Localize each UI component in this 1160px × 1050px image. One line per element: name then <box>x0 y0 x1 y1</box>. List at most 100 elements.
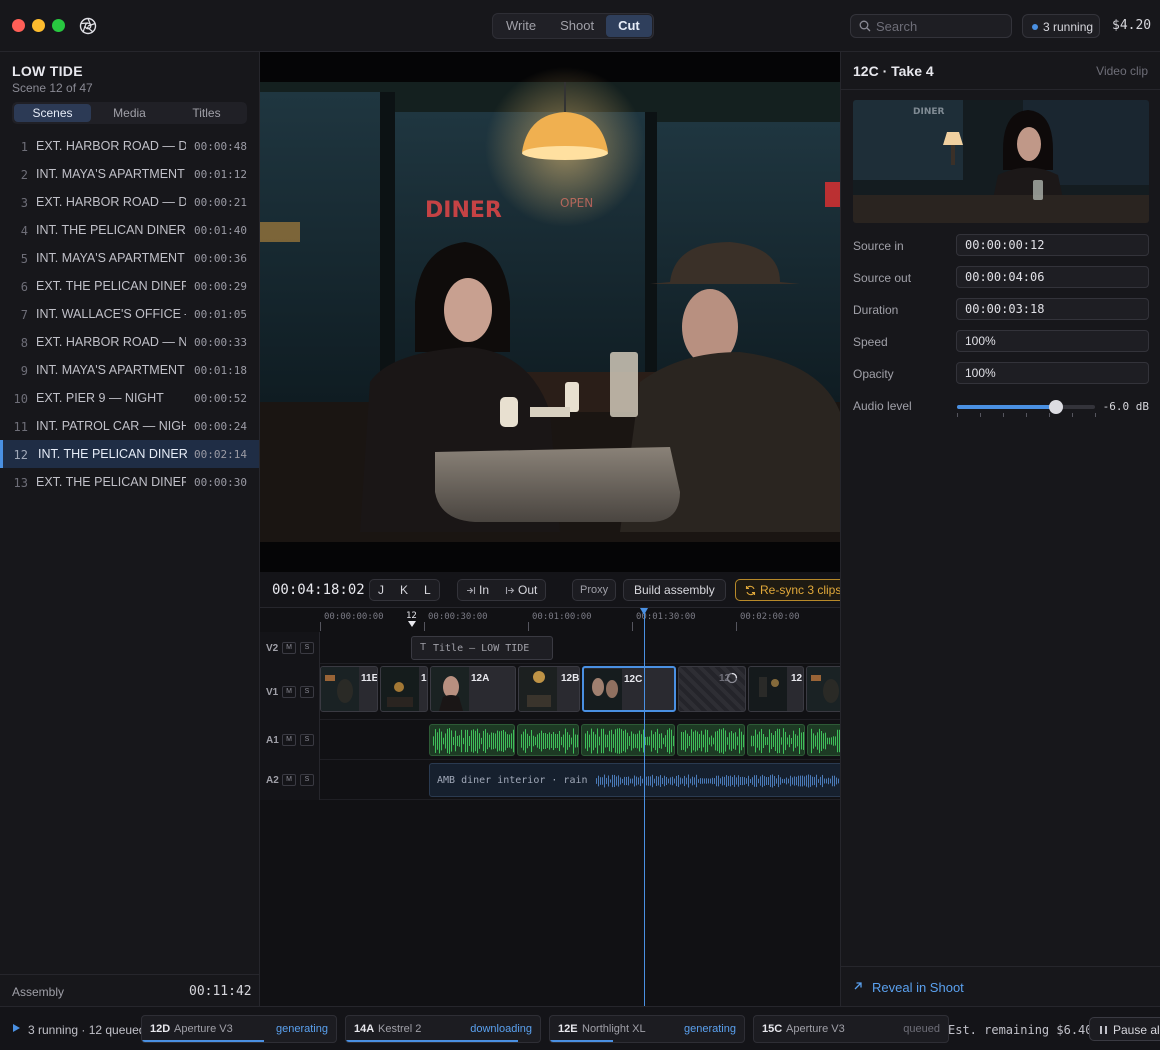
solo-toggle[interactable]: S <box>300 774 314 786</box>
scene-list-item[interactable]: 2 INT. MAYA'S APARTMENT — NIGHT 00:01:12 <box>0 160 259 188</box>
lane-v1[interactable]: 11E 1 12A 12B 12C 12 12 <box>320 664 840 720</box>
mute-toggle[interactable]: M <box>282 774 296 786</box>
zoom-window-button[interactable] <box>52 19 65 32</box>
tab-media[interactable]: Media <box>91 104 168 122</box>
scene-list-item[interactable]: 7 INT. WALLACE'S OFFICE — DAY 00:01:05 <box>0 300 259 328</box>
scene-marker-icon[interactable] <box>408 621 416 627</box>
audio-clip[interactable] <box>429 724 515 756</box>
audio-level-slider[interactable] <box>957 400 1096 417</box>
pause-all-button[interactable]: Pause all <box>1089 1017 1160 1041</box>
reveal-in-shoot-button[interactable]: Reveal in Shoot <box>841 966 1160 1006</box>
property-value-field[interactable]: 100% <box>956 330 1149 352</box>
mute-toggle[interactable]: M <box>282 642 296 654</box>
search-input[interactable]: Search <box>850 14 1012 38</box>
playhead[interactable] <box>644 608 645 1006</box>
mark-in-icon <box>467 587 476 594</box>
ambience-audio-clip[interactable]: AMB diner interior · rain <box>429 763 840 797</box>
mode-shoot-tab[interactable]: Shoot <box>548 15 606 37</box>
j-reverse-button[interactable]: J <box>370 580 392 600</box>
transport-bar: 00:04:18:02 J K L In Out Proxy Build ass… <box>260 572 840 608</box>
clip-12f[interactable] <box>806 666 840 712</box>
render-job-card[interactable]: 15C Aperture V3 queued <box>753 1015 949 1043</box>
scene-list-item[interactable]: 9 INT. MAYA'S APARTMENT — NIGHT 00:01:18 <box>0 356 259 384</box>
scene-list-item[interactable]: 6 EXT. THE PELICAN DINER — NIGHT 00:00:29 <box>0 272 259 300</box>
scene-list-item[interactable]: 8 EXT. HARBOR ROAD — NIGHT 00:00:33 <box>0 328 259 356</box>
scene-list-item[interactable]: 3 EXT. HARBOR ROAD — DAY 00:00:21 <box>0 188 259 216</box>
proxy-toggle[interactable]: Proxy <box>572 579 617 601</box>
timeline-panel[interactable]: 00:00:00:00 00:00:30:00 00:01:00:00 00:0… <box>260 608 840 1006</box>
property-value-field[interactable]: 00:00:00:12 <box>956 234 1149 256</box>
lane-v2[interactable]: T Title — LOW TIDE <box>320 632 840 664</box>
minimize-window-button[interactable] <box>32 19 45 32</box>
audio-clip[interactable] <box>517 724 579 756</box>
render-job-card[interactable]: 12D Aperture V3 generating <box>141 1015 337 1043</box>
program-viewer[interactable]: DINER OPEN <box>260 52 840 572</box>
property-value-field[interactable]: 100% <box>956 362 1149 384</box>
title-clip[interactable]: T Title — LOW TIDE <box>411 636 553 660</box>
mute-toggle[interactable]: M <box>282 686 296 698</box>
clip-11f[interactable]: 1 <box>380 666 428 712</box>
scene-list-item[interactable]: 4 INT. THE PELICAN DINER — NIGHT 00:01:40 <box>0 216 259 244</box>
build-assembly-button[interactable]: Build assembly <box>623 579 726 601</box>
scene-list-item[interactable]: 1 EXT. HARBOR ROAD — DAY 00:00:48 <box>0 132 259 160</box>
scene-name: EXT. THE PELICAN DINER — NIGHT <box>36 279 186 293</box>
assembly-label: Assembly <box>12 985 65 999</box>
audio-clip[interactable] <box>677 724 745 756</box>
scene-name: INT. MAYA'S APARTMENT — NIGHT <box>36 251 186 265</box>
audio-level-knob[interactable] <box>1049 400 1064 414</box>
job-state: downloading <box>470 1023 532 1035</box>
clip-12e[interactable]: 12 <box>748 666 804 712</box>
scene-list-item[interactable]: 10 EXT. PIER 9 — NIGHT 00:00:52 <box>0 384 259 412</box>
k-stop-button[interactable]: K <box>392 580 416 600</box>
resync-clips-button[interactable]: Re-sync 3 clips <box>735 579 840 601</box>
mode-write-tab[interactable]: Write <box>494 15 548 37</box>
property-value-field[interactable]: 00:00:03:18 <box>956 298 1149 320</box>
clip-thumbnail <box>584 669 622 710</box>
scene-duration: 00:01:05 <box>194 308 247 321</box>
audio-waveform <box>681 728 744 754</box>
clip-preview-thumbnail[interactable]: DINER <box>853 100 1149 223</box>
scene-number: 5 <box>20 252 28 266</box>
playhead-handle[interactable] <box>640 608 648 615</box>
render-job-card[interactable]: 14A Kestrel 2 downloading <box>345 1015 541 1043</box>
lane-a1[interactable] <box>320 720 840 760</box>
job-shot-id: 12E <box>558 1023 578 1035</box>
property-label: Source in <box>853 239 904 253</box>
property-value-field[interactable]: 00:00:04:06 <box>956 266 1149 288</box>
scene-list-item[interactable]: 13 EXT. THE PELICAN DINER — NIGHT 00:00:30 <box>0 468 259 496</box>
solo-toggle[interactable]: S <box>300 642 314 654</box>
mark-in-button[interactable]: In <box>458 580 497 600</box>
scene-duration: 00:00:48 <box>194 140 247 153</box>
clip-preview-image: DINER <box>853 100 1149 223</box>
property-label: Duration <box>853 303 899 317</box>
track-name: V2 <box>266 643 279 654</box>
solo-toggle[interactable]: S <box>300 686 314 698</box>
scene-list-item[interactable]: 11 INT. PATROL CAR — NIGHT 00:00:24 <box>0 412 259 440</box>
clip-12b[interactable]: 12B <box>518 666 580 712</box>
running-jobs-badge[interactable]: 3 running <box>1022 14 1100 38</box>
scene-duration: 00:00:21 <box>194 196 247 209</box>
clip-12c-selected[interactable]: 12C <box>582 666 676 712</box>
mute-toggle[interactable]: M <box>282 734 296 746</box>
l-forward-button[interactable]: L <box>416 580 439 600</box>
tab-titles[interactable]: Titles <box>168 104 245 122</box>
clip-12a[interactable]: 12A <box>430 666 516 712</box>
audio-clip[interactable] <box>581 724 675 756</box>
clip-12d-generating[interactable]: 12 <box>678 666 746 712</box>
mode-cut-tab[interactable]: Cut <box>606 15 652 37</box>
render-job-card[interactable]: 12E Northlight XL generating <box>549 1015 745 1043</box>
tab-scenes[interactable]: Scenes <box>14 104 91 122</box>
audio-clip[interactable] <box>807 724 840 756</box>
scene-list-item[interactable]: 12 INT. THE PELICAN DINER — NIGHT 00:02:14 <box>0 440 259 468</box>
close-window-button[interactable] <box>12 19 25 32</box>
mark-out-button[interactable]: Out <box>497 580 545 600</box>
job-status-bar: 3 running · 12 queued 12D Aperture V3 gene… <box>0 1006 1160 1050</box>
mark-out-label: Out <box>518 583 538 597</box>
audio-clip[interactable] <box>747 724 805 756</box>
solo-toggle[interactable]: S <box>300 734 314 746</box>
lane-a2[interactable]: AMB diner interior · rain <box>320 760 840 800</box>
scene-list-item[interactable]: 5 INT. MAYA'S APARTMENT — NIGHT 00:00:36 <box>0 244 259 272</box>
timeline-ruler[interactable]: 00:00:00:00 00:00:30:00 00:01:00:00 00:0… <box>260 608 840 632</box>
queue-play-icon[interactable] <box>13 1024 20 1032</box>
clip-11e[interactable]: 11E <box>320 666 378 712</box>
